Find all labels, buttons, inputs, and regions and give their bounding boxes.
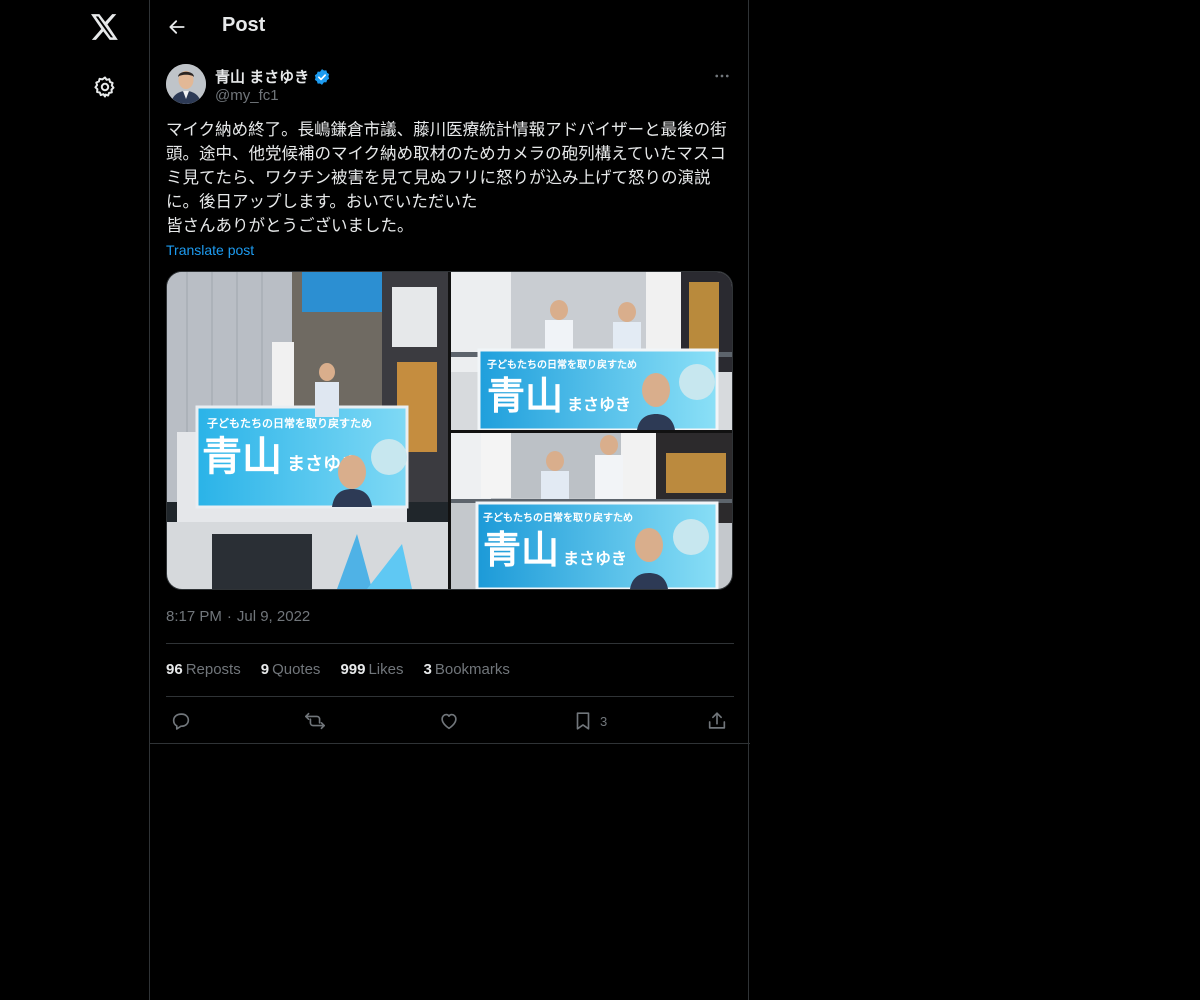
post-column: Post 青山 まさゆき @my_fc1 マイク納め終了。長嶋鎌倉市議、藤川医療… — [149, 0, 750, 1000]
post-actions: 3 — [166, 708, 734, 734]
share-button[interactable] — [706, 708, 728, 734]
bookmarks-count: 3 — [423, 661, 432, 678]
likes-stat[interactable]: 999 Likes — [340, 661, 403, 678]
reposts-count: 96 — [166, 661, 183, 678]
header: Post — [150, 0, 750, 53]
bookmarks-stat[interactable]: 3 Bookmarks — [424, 661, 510, 678]
post-photo-3[interactable]: 子どもたちの日常を取り戻すため 青山 まさゆき — [451, 433, 732, 589]
reply-icon — [172, 713, 190, 730]
banner-name-large: 青山 — [483, 527, 559, 572]
author-name[interactable]: 青山 まさゆき — [215, 66, 309, 87]
likes-count: 999 — [340, 661, 366, 678]
post-author: 青山 まさゆき @my_fc1 — [166, 64, 734, 108]
back-button[interactable] — [164, 14, 190, 40]
banner-name-kana: まさゆき — [563, 549, 627, 568]
post-stats: 96 Reposts 9 Quotes 999 Likes 3 Bookmarks — [166, 661, 510, 678]
likes-label: Likes — [368, 661, 404, 678]
like-button[interactable] — [438, 708, 460, 734]
repost-button[interactable] — [304, 708, 326, 734]
gear-icon[interactable] — [88, 70, 122, 104]
quotes-label: Quotes — [272, 661, 321, 678]
heart-icon — [441, 713, 457, 730]
banner-slogan: 子どもたちの日常を取り戻すため — [483, 511, 633, 524]
author-handle[interactable]: @my_fc1 — [215, 87, 279, 104]
post-photo-2[interactable]: 子どもたちの日常を取り戻すため 青山 まさゆき — [451, 272, 732, 430]
banner-name-large: 青山 — [487, 373, 563, 418]
banner-name-large: 青山 — [202, 433, 282, 480]
translate-post-link[interactable]: Translate post — [166, 242, 254, 258]
post-date[interactable]: Jul 9, 2022 — [237, 608, 310, 625]
reposts-label: Reposts — [185, 661, 241, 678]
bookmark-button[interactable]: 3 — [572, 708, 607, 734]
share-icon — [708, 712, 726, 729]
divider — [166, 643, 734, 644]
post-time[interactable]: 8:17 PM — [166, 608, 222, 625]
more-dots-icon — [715, 74, 729, 78]
arrow-left-icon — [169, 20, 185, 34]
author-name-row: 青山 まさゆき — [215, 66, 331, 87]
banner-slogan: 子どもたちの日常を取り戻すため — [207, 416, 372, 430]
reposts-stat[interactable]: 96 Reposts — [166, 661, 241, 678]
banner-name-kana: まさゆき — [567, 395, 631, 414]
bookmark-icon — [576, 712, 590, 730]
divider — [166, 696, 734, 697]
bookmarks-label: Bookmarks — [434, 661, 510, 678]
post-timestamp: 8:17 PM · Jul 9, 2022 — [166, 608, 310, 625]
media-grid: 子どもたちの日常を取り戻すため 青山 まさゆき 子どもたちの日常を取り戻すため … — [166, 271, 733, 590]
quotes-stat[interactable]: 9 Quotes — [261, 661, 321, 678]
reply-button[interactable] — [170, 708, 192, 734]
more-options-button[interactable] — [710, 64, 734, 88]
page-title: Post — [222, 14, 266, 36]
timestamp-separator: · — [226, 608, 232, 625]
quotes-count: 9 — [260, 661, 270, 678]
post-text: マイク納め終了。長嶋鎌倉市議、藤川医療統計情報アドバイザーと最後の街頭。途中、他… — [166, 121, 727, 235]
divider — [150, 743, 750, 744]
bookmark-count: 3 — [600, 713, 608, 729]
x-logo-icon[interactable] — [88, 10, 122, 44]
verified-badge-icon — [315, 68, 330, 85]
left-nav — [0, 0, 150, 1000]
banner-slogan: 子どもたちの日常を取り戻すため — [487, 358, 637, 371]
avatar[interactable] — [166, 64, 206, 104]
repost-icon — [305, 712, 325, 730]
post-photo-1[interactable]: 子どもたちの日常を取り戻すため 青山 まさゆき — [167, 272, 448, 589]
